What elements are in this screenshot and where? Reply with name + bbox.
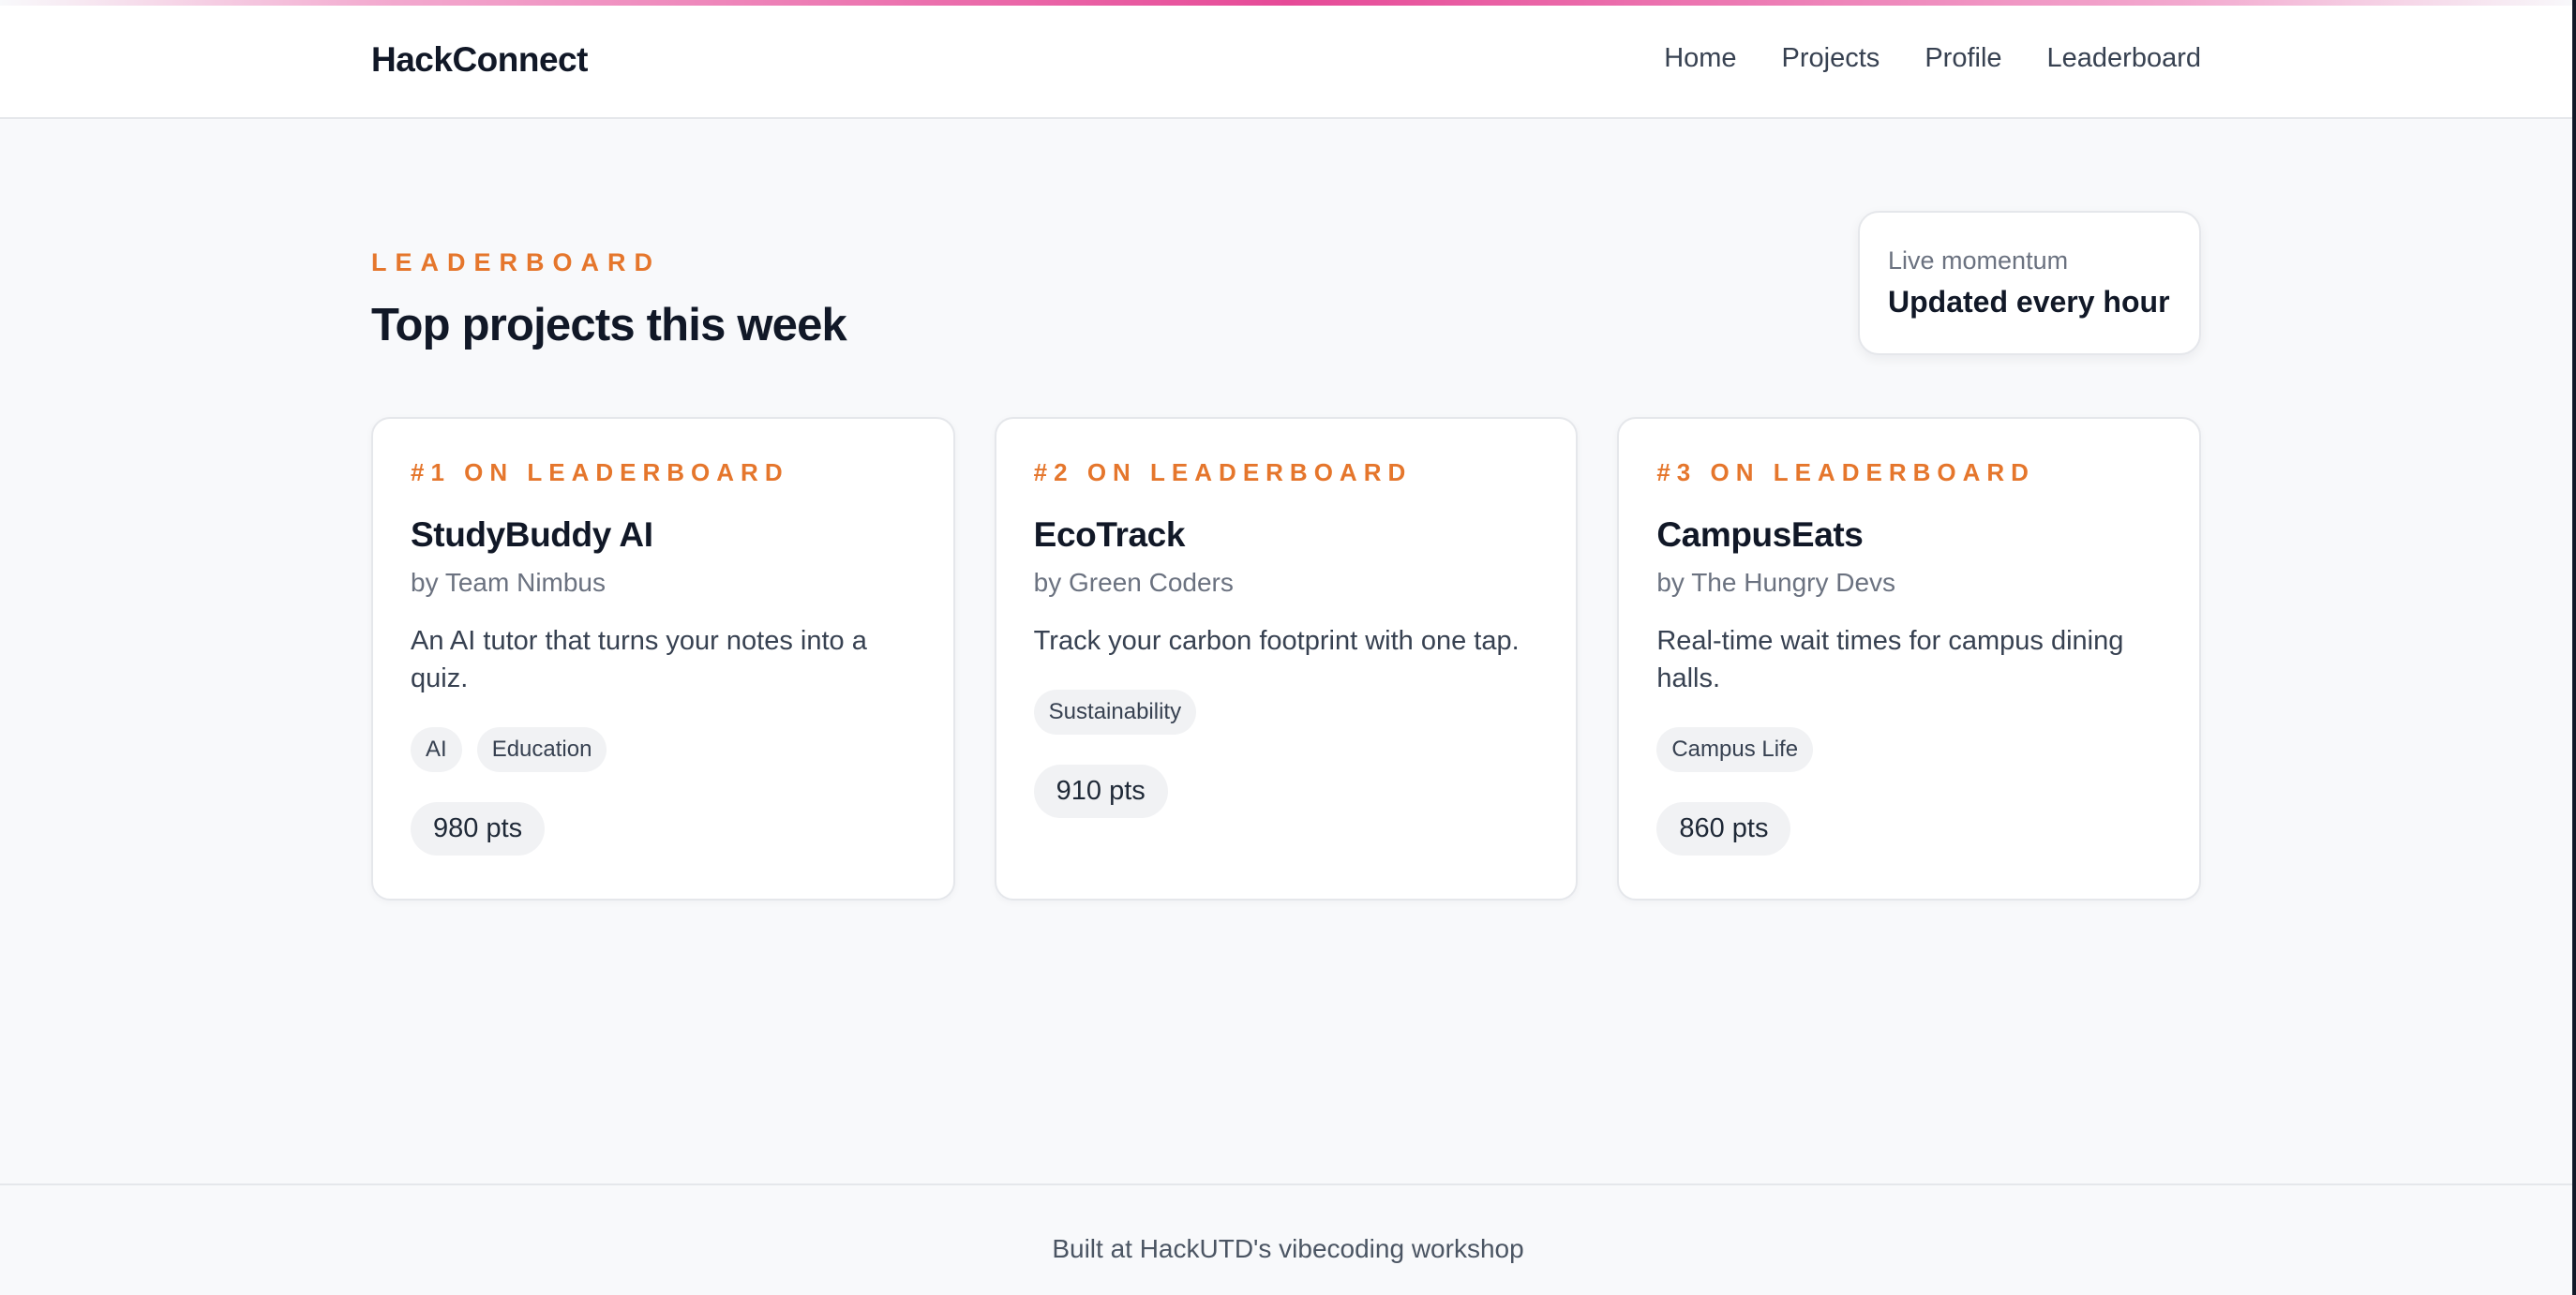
main-nav: Home Projects Profile Leaderboard [1664, 43, 2201, 74]
project-description: Real-time wait times for campus dining h… [1656, 626, 2124, 693]
main-content: LEADERBOARD Top projects this week Live … [0, 119, 2576, 1185]
rank-label: #1 ON LEADERBOARD [411, 458, 789, 486]
project-card-1[interactable]: #1 ON LEADERBOARD StudyBuddy AI by Team … [371, 417, 955, 901]
project-name[interactable]: StudyBuddy AI [411, 515, 916, 555]
points-badge: 980 pts [411, 802, 546, 856]
project-name[interactable]: CampusEats [1656, 515, 2162, 555]
team-name: by The Hungry Devs [1656, 568, 1896, 597]
project-card-2[interactable]: #2 ON LEADERBOARD EcoTrack by Green Code… [994, 417, 1579, 901]
tag: AI [411, 727, 462, 772]
project-description: An AI tutor that turns your notes into a… [411, 626, 867, 693]
project-name[interactable]: EcoTrack [1034, 515, 1539, 555]
page: HackConnect Home Projects Profile Leader… [0, 0, 2576, 1295]
rank-label: #2 ON LEADERBOARD [1033, 458, 1413, 486]
live-momentum-card: Live momentum Updated every hour [1858, 211, 2201, 355]
tag: Campus Life [1656, 727, 1814, 772]
team-name: by Team Nimbus [411, 568, 607, 597]
page-title: Top projects this week [371, 300, 847, 350]
points-badge: 860 pts [1656, 802, 1791, 856]
brand-logo-text[interactable]: HackConnect [371, 40, 588, 80]
section-eyebrow: LEADERBOARD [371, 248, 662, 276]
rank-label: #3 ON LEADERBOARD [1656, 458, 2035, 486]
project-card-3[interactable]: #3 ON LEADERBOARD CampusEats by The Hung… [1617, 417, 2202, 901]
window-edge [2572, 0, 2576, 1295]
tag: Sustainability [1033, 690, 1197, 735]
footer-text: Built at HackUTD's vibecoding workshop [1052, 1234, 1524, 1263]
momentum-label: Live momentum [1888, 246, 2069, 275]
site-footer: Built at HackUTD's vibecoding workshop [0, 1183, 2576, 1295]
tag-list: Campus Life [1656, 727, 2162, 772]
nav-projects[interactable]: Projects [1782, 43, 1880, 74]
project-description: Track your carbon footprint with one tap… [1033, 626, 1520, 656]
tag: Education [476, 727, 607, 772]
nav-profile[interactable]: Profile [1925, 43, 2001, 74]
tag-list: Sustainability [1033, 690, 1539, 735]
nav-leaderboard[interactable]: Leaderboard [2047, 43, 2201, 74]
team-name: by Green Coders [1033, 568, 1234, 597]
tag-list: AI Education [411, 727, 916, 772]
nav-home[interactable]: Home [1664, 43, 1736, 74]
project-cards: #1 ON LEADERBOARD StudyBuddy AI by Team … [371, 417, 2202, 901]
momentum-value: Updated every hour [1888, 285, 2170, 319]
site-header: HackConnect Home Projects Profile Leader… [0, 6, 2576, 119]
points-badge: 910 pts [1033, 765, 1168, 818]
